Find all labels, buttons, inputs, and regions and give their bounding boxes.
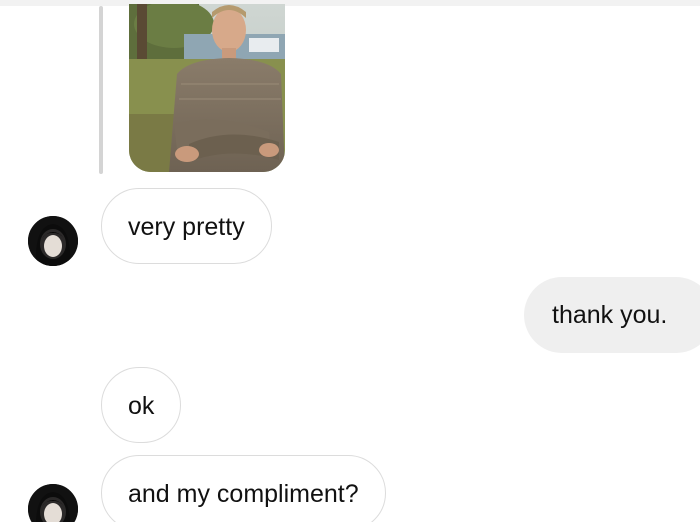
- message-text: very pretty: [128, 213, 245, 241]
- avatar-photo-icon: [28, 484, 78, 522]
- shared-photo[interactable]: [129, 4, 285, 172]
- message-bubble-received[interactable]: very pretty: [101, 188, 272, 264]
- contact-avatar[interactable]: [28, 484, 78, 522]
- message-bubble-sent[interactable]: thank you.: [524, 277, 700, 353]
- photo-thumbnail-icon: [129, 4, 285, 172]
- message-bubble-received[interactable]: and my compliment?: [101, 455, 386, 522]
- message-text: and my compliment?: [128, 480, 359, 508]
- contact-avatar[interactable]: [28, 216, 78, 266]
- message-text: thank you.: [552, 301, 668, 329]
- chat-screen: very pretty thank you. ok and my complim…: [0, 0, 700, 522]
- reply-indicator-line: [99, 6, 103, 174]
- message-text: ok: [128, 392, 155, 420]
- top-divider: [0, 0, 700, 6]
- avatar-photo-icon: [28, 216, 78, 266]
- message-bubble-received[interactable]: ok: [101, 367, 182, 443]
